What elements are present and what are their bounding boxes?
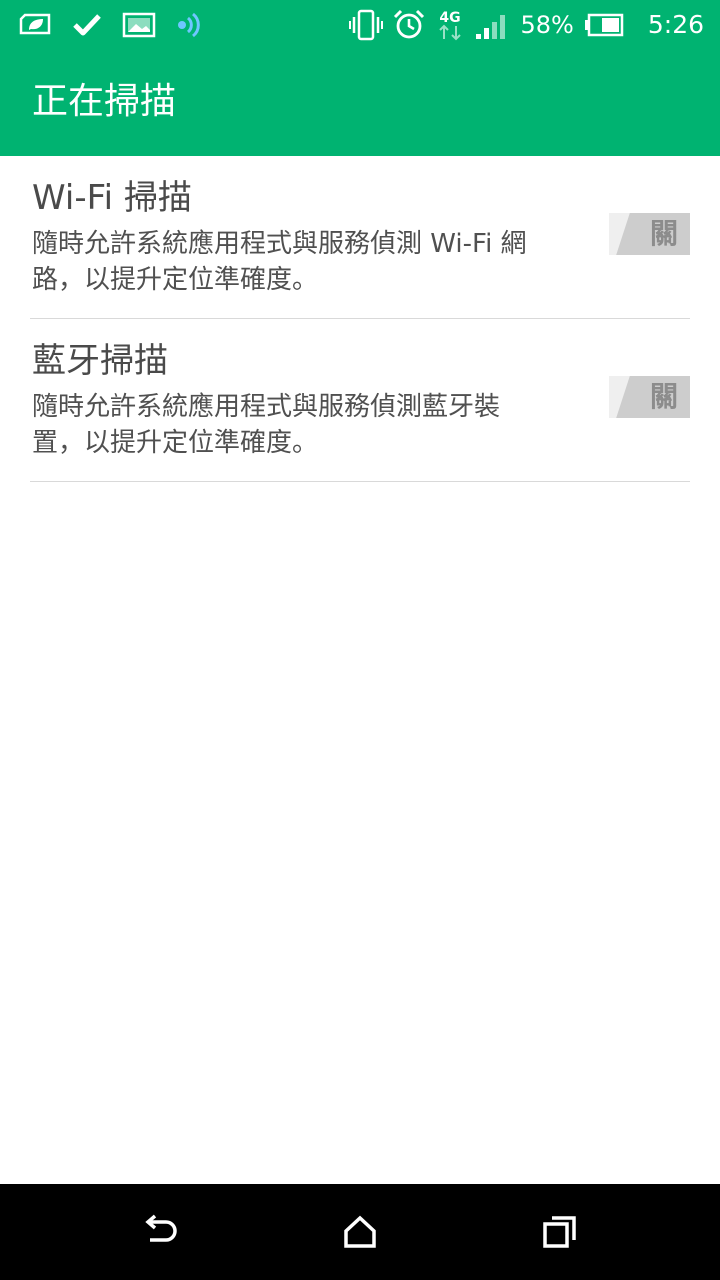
description-line: 隨時允許系統應用程式與服務偵測 Wi-Fi 網 [32, 229, 527, 259]
toggle-state-label: 關 [649, 380, 678, 413]
clock: 5:26 [647, 10, 704, 39]
app-bar: 正在掃描 [0, 50, 720, 156]
status-notifications [18, 8, 204, 42]
setting-title: 藍牙掃描 [32, 341, 168, 381]
network-4g-icon: 4G [438, 10, 461, 41]
recents-icon [543, 1216, 576, 1248]
gallery-icon [122, 12, 156, 38]
setting-bluetooth-scanning[interactable]: 藍牙掃描 隨時允許系統應用程式與服務偵測藍牙裝 置，以提升定位準確度。 關 [0, 319, 720, 482]
setting-wifi-scanning[interactable]: Wi-Fi 掃描 隨時允許系統應用程式與服務偵測 Wi-Fi 網 路，以提升定位… [0, 156, 720, 319]
page-title: 正在掃描 [32, 81, 177, 122]
divider [30, 481, 690, 482]
setting-title: Wi-Fi 掃描 [32, 178, 192, 218]
battery-icon [584, 13, 624, 37]
eco-mode-icon [19, 13, 51, 35]
setting-description: 隨時允許系統應用程式與服務偵測藍牙裝 置，以提升定位準確度。 [32, 389, 597, 461]
alarm-icon [393, 9, 424, 39]
home-icon [344, 1215, 376, 1248]
signal-icon [475, 15, 505, 39]
status-bar: 4G 58% 5:26 [0, 0, 720, 50]
back-button[interactable] [130, 1202, 190, 1262]
description-line: 路，以提升定位準確度。 [32, 265, 319, 295]
description-line: 隨時允許系統應用程式與服務偵測藍牙裝 [32, 392, 501, 422]
wifi-scanning-toggle[interactable]: 關 [609, 213, 690, 255]
settings-list: Wi-Fi 掃描 隨時允許系統應用程式與服務偵測 Wi-Fi 網 路，以提升定位… [0, 156, 720, 482]
bluetooth-scanning-toggle[interactable]: 關 [609, 376, 690, 418]
vibrate-icon [348, 9, 383, 41]
toggle-state-label: 關 [649, 217, 678, 250]
description-line: 置，以提升定位準確度。 [32, 428, 319, 458]
navigation-bar [0, 1184, 720, 1280]
nfc-icon [178, 12, 200, 38]
checkmark-icon [73, 14, 101, 36]
battery-percentage: 58% [520, 11, 574, 39]
back-icon [145, 1214, 177, 1242]
setting-description: 隨時允許系統應用程式與服務偵測 Wi-Fi 網 路，以提升定位準確度。 [32, 226, 597, 298]
home-button[interactable] [330, 1202, 390, 1262]
status-system: 4G 58% 5:26 [348, 8, 704, 42]
recents-button[interactable] [530, 1202, 590, 1262]
svg-text:4G: 4G [439, 10, 460, 26]
